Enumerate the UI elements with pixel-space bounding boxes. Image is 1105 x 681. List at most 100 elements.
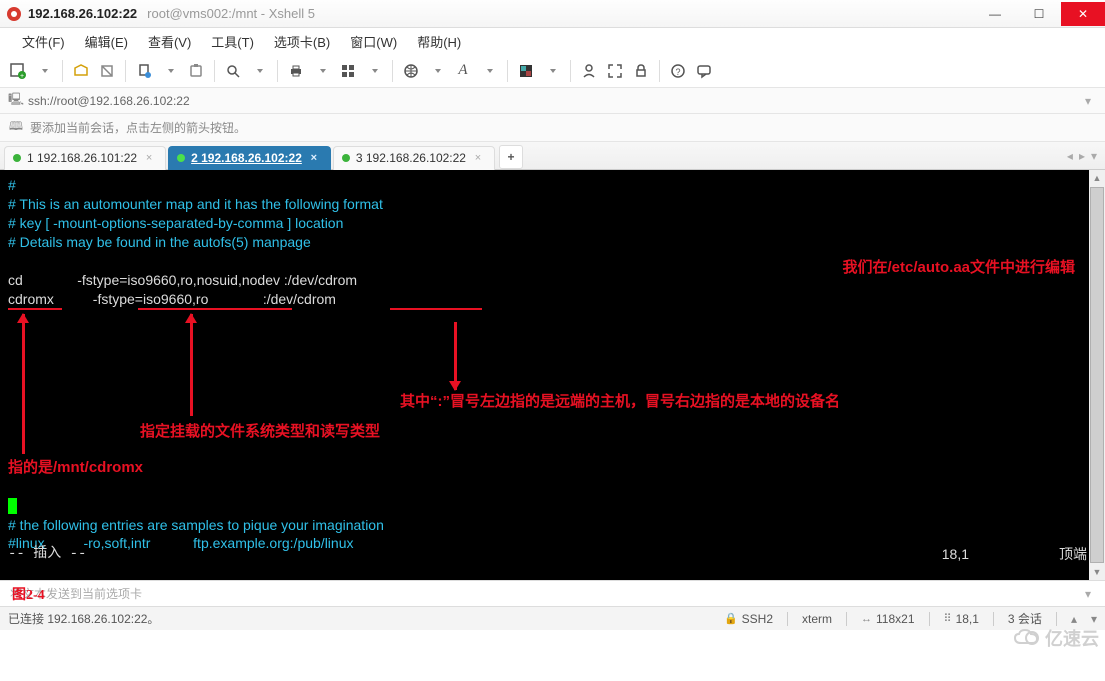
tab-nav-dropdown-icon[interactable]: ▾ [1091, 149, 1097, 163]
properties-button[interactable] [336, 59, 360, 83]
position-icon: ⠿ [944, 612, 952, 625]
annotation-underline [390, 308, 482, 310]
menu-file[interactable]: 文件(F) [12, 28, 75, 55]
cloud-watermark-icon [1013, 629, 1041, 647]
terminal-line: # the following entries are samples to p… [8, 516, 384, 535]
tab-nav-arrows: ◂ ▸ ▾ [1067, 149, 1105, 163]
print-dropdown[interactable] [310, 59, 334, 83]
scroll-up-icon[interactable]: ▲ [1089, 170, 1105, 186]
status-winsize: ↔ 118x21 [861, 612, 914, 626]
reconnect-button[interactable] [69, 59, 93, 83]
terminal-line: # key [ -mount-options-separated-by-comm… [8, 214, 1097, 233]
user-button[interactable] [577, 59, 601, 83]
annotation-arrow-icon [22, 314, 25, 454]
find-button[interactable] [221, 59, 245, 83]
language-button[interactable] [399, 59, 423, 83]
status-termtype: xterm [802, 612, 832, 626]
tab-close-icon[interactable]: × [472, 152, 484, 164]
status-cursorpos: ⠿ 18,1 [944, 612, 979, 626]
svg-text:+: + [20, 73, 24, 80]
send-input-bar: 图2-4 将文本发送到当前选项卡 ▾ [0, 580, 1105, 606]
minimize-button[interactable]: — [973, 2, 1017, 26]
fullscreen-button[interactable] [603, 59, 627, 83]
vim-topend: 顶端 [1059, 545, 1087, 564]
address-scheme-icon: 🖳 [8, 90, 24, 111]
tab-label: 3 192.168.26.102:22 [356, 151, 466, 165]
annotation-underline [8, 308, 62, 310]
hint-text: 要添加当前会话，点击左侧的箭头按钮。 [30, 119, 246, 136]
lock-small-icon: 🔒 [724, 612, 738, 625]
session-tab-3[interactable]: 3 192.168.26.102:22 × [333, 146, 495, 170]
add-tab-button[interactable]: + [499, 145, 523, 169]
menu-bar: 文件(F) 编辑(E) 查看(V) 工具(T) 选项卡(B) 窗口(W) 帮助(… [0, 28, 1105, 54]
language-dropdown[interactable] [425, 59, 449, 83]
vim-status-right: 18,1 顶端 [942, 545, 1087, 564]
scroll-thumb[interactable] [1090, 187, 1104, 563]
new-session-dropdown[interactable] [32, 59, 56, 83]
address-text[interactable]: ssh://root@192.168.26.102:22 [28, 94, 1079, 108]
font-button[interactable]: A [451, 59, 475, 83]
status-dot-icon [342, 154, 350, 162]
status-nav-down-icon[interactable]: ▾ [1091, 612, 1097, 626]
address-dropdown[interactable]: ▾ [1079, 94, 1097, 108]
bookmark-add-icon[interactable]: 🕮 [8, 117, 24, 138]
terminal-line: cdromx -fstype=iso9660,ro :/dev/cdrom [8, 290, 1097, 309]
lock-button[interactable] [629, 59, 653, 83]
address-bar: 🖳 ssh://root@192.168.26.102:22 ▾ [0, 88, 1105, 114]
colorscheme-button[interactable] [514, 59, 538, 83]
terminal-scrollbar[interactable]: ▲ ▼ [1089, 170, 1105, 580]
disconnect-button[interactable] [95, 59, 119, 83]
copy-dropdown[interactable] [158, 59, 182, 83]
status-dot-icon [13, 154, 21, 162]
find-dropdown[interactable] [247, 59, 271, 83]
copy-button[interactable] [132, 59, 156, 83]
send-input-field[interactable]: 图2-4 将文本发送到当前选项卡 [8, 585, 1079, 602]
annotation-text: 其中“:”冒号左边指的是远端的主机，冒号右边指的是本地的设备名 [400, 392, 840, 411]
toolbar: + A ? [0, 54, 1105, 88]
tab-close-icon[interactable]: × [308, 152, 320, 164]
menu-tools[interactable]: 工具(T) [201, 28, 264, 55]
status-nav-up-icon[interactable]: ▴ [1071, 612, 1077, 626]
menu-window[interactable]: 窗口(W) [340, 28, 407, 55]
tab-close-icon[interactable]: × [143, 152, 155, 164]
vim-position: 18,1 [942, 545, 969, 564]
annotation-text: 指的是/mnt/cdromx [8, 458, 143, 477]
window-subtitle: root@vms002:/mnt - Xshell 5 [147, 6, 315, 21]
terminal-cursor [8, 496, 17, 515]
terminal-line: # [8, 176, 1097, 195]
annotation-arrow-icon [454, 322, 457, 390]
svg-text:?: ? [675, 67, 680, 77]
menu-help[interactable]: 帮助(H) [407, 28, 471, 55]
terminal-view[interactable]: # # This is an automounter map and it ha… [0, 170, 1105, 580]
close-button[interactable]: ✕ [1061, 2, 1105, 26]
tab-nav-right-icon[interactable]: ▸ [1079, 149, 1085, 163]
status-proto: 🔒SSH2 [724, 612, 773, 626]
paste-button[interactable] [184, 59, 208, 83]
new-session-button[interactable]: + [6, 59, 30, 83]
menu-edit[interactable]: 编辑(E) [75, 28, 138, 55]
status-winsize-text: 118x21 [876, 612, 914, 626]
window-title: 192.168.26.102:22 [28, 6, 137, 21]
title-bar: 192.168.26.102:22 root@vms002:/mnt - Xsh… [0, 0, 1105, 28]
session-tab-2[interactable]: 2 192.168.26.102:22 × [168, 146, 331, 170]
maximize-button[interactable]: ☐ [1017, 2, 1061, 26]
vim-mode-indicator: -- 插入 -- [8, 545, 1087, 564]
send-target-dropdown[interactable]: ▾ [1079, 587, 1097, 601]
menu-tab[interactable]: 选项卡(B) [264, 28, 340, 55]
tab-bar: 1 192.168.26.101:22 × 2 192.168.26.102:2… [0, 142, 1105, 170]
scroll-down-icon[interactable]: ▼ [1089, 564, 1105, 580]
tab-nav-left-icon[interactable]: ◂ [1067, 149, 1073, 163]
feedback-button[interactable] [692, 59, 716, 83]
annotation-underline [138, 308, 292, 310]
status-cursorpos-text: 18,1 [956, 612, 979, 626]
colorscheme-dropdown[interactable] [540, 59, 564, 83]
help-icon-button[interactable]: ? [666, 59, 690, 83]
tab-label: 1 192.168.26.101:22 [27, 151, 137, 165]
properties-dropdown[interactable] [362, 59, 386, 83]
menu-view[interactable]: 查看(V) [138, 28, 201, 55]
session-tab-1[interactable]: 1 192.168.26.101:22 × [4, 146, 166, 170]
print-button[interactable] [284, 59, 308, 83]
status-bar: 已连接 192.168.26.102:22。 🔒SSH2 xterm ↔118x… [0, 606, 1105, 630]
font-dropdown[interactable] [477, 59, 501, 83]
resize-icon: ↔ [861, 613, 872, 625]
